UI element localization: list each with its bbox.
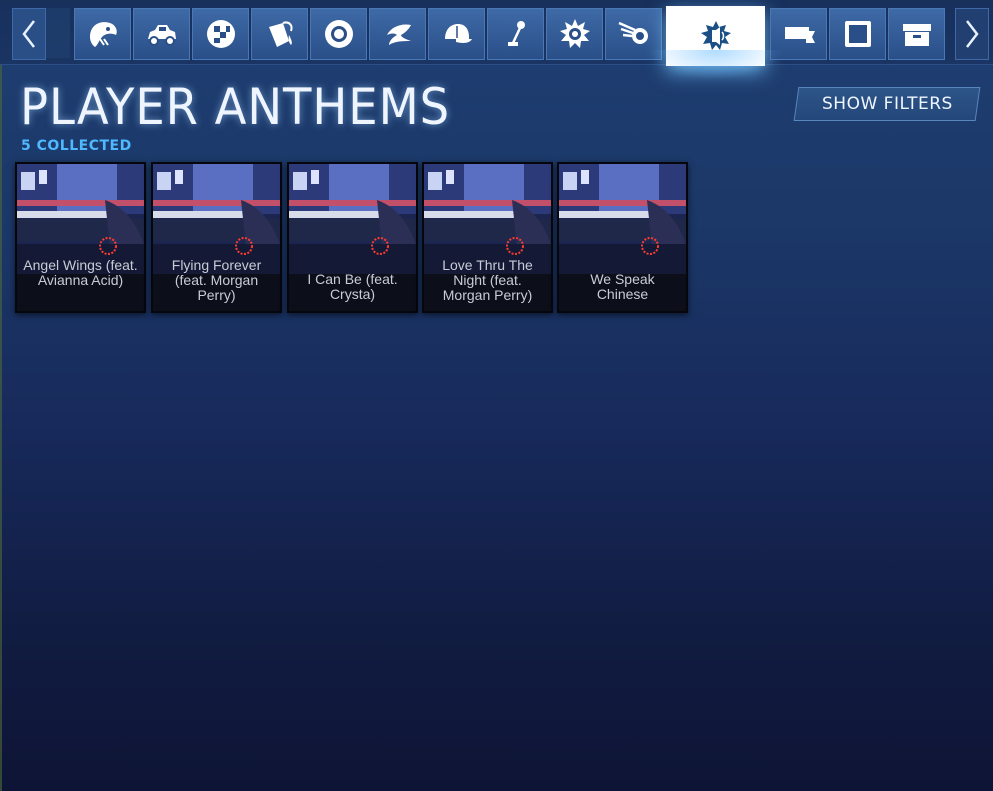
scroll-right-button[interactable] (955, 8, 989, 60)
collected-number: 5 (21, 138, 32, 154)
tab-goal-explosions[interactable] (546, 8, 603, 60)
chevron-right-icon (966, 20, 979, 48)
anthem-card[interactable]: I Can Be (feat. Crysta) (287, 162, 418, 313)
active-tab-glow (648, 50, 783, 80)
chevron-left-icon (22, 20, 35, 48)
anthem-title: Flying Forever (feat. Morgan Perry) (171, 257, 262, 303)
anthem-title: Love Thru The Night (feat. Morgan Perry) (442, 257, 533, 303)
player-anthem-icon (700, 21, 731, 50)
decal-mascot-icon (89, 22, 117, 47)
paint-bucket-icon (268, 21, 292, 47)
tab-antennas[interactable] (487, 8, 544, 60)
tab-bodies[interactable] (133, 8, 190, 60)
tab-primary-finish[interactable] (192, 8, 249, 60)
tab-boosts[interactable] (369, 8, 426, 60)
show-filters-label: SHOW FILTERS (821, 94, 953, 114)
anthem-card[interactable]: Love Thru The Night (feat. Morgan Perry) (422, 162, 553, 313)
category-tab-bar (0, 0, 993, 66)
tab-toppers[interactable] (428, 8, 485, 60)
tab-paint[interactable] (251, 8, 308, 60)
tab-avatar-borders[interactable] (829, 8, 886, 60)
scroll-left-shadow (46, 8, 70, 58)
tab-decals[interactable] (74, 8, 131, 60)
banner-icon (784, 27, 815, 43)
window-edge (0, 0, 2, 791)
car-body-icon (147, 25, 176, 46)
scroll-left-button[interactable] (12, 8, 46, 60)
page-title: PLAYER ANTHEMS (20, 78, 451, 136)
tab-wheels[interactable] (310, 8, 367, 60)
anthem-card[interactable]: We Speak Chinese (557, 162, 688, 313)
antenna-icon (507, 21, 525, 46)
trail-icon (617, 21, 648, 44)
collected-label: COLLECTED (36, 138, 132, 154)
anthem-card[interactable]: Flying Forever (feat. Morgan Perry) (151, 162, 282, 313)
rocket-boost-icon (386, 24, 411, 45)
crate-icon (902, 24, 931, 46)
goal-explosion-icon (559, 19, 590, 48)
anthem-title: I Can Be (feat. Crysta) (307, 271, 398, 302)
show-filters-button[interactable]: SHOW FILTERS (793, 87, 981, 121)
topper-cap-icon (444, 24, 472, 43)
checkered-decal-icon (206, 20, 235, 48)
tab-crates[interactable] (888, 8, 945, 60)
anthem-card[interactable]: Angel Wings (feat. Avianna Acid) (15, 162, 146, 313)
wheel-icon (324, 20, 353, 48)
collected-count: 5 COLLECTED (21, 138, 132, 154)
anthem-title: Angel Wings (feat. Avianna Acid) (23, 257, 138, 288)
anthem-thumbnail (17, 164, 144, 311)
avatar-border-icon (844, 21, 871, 47)
anthem-title: We Speak Chinese (590, 271, 655, 302)
